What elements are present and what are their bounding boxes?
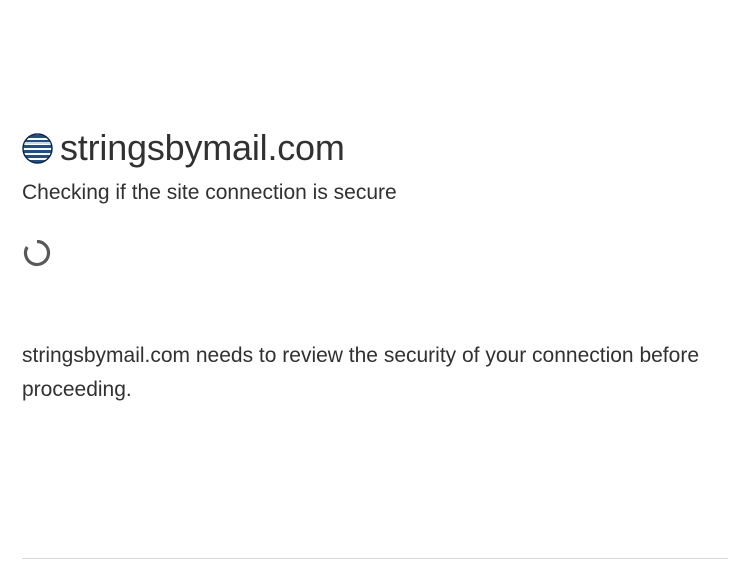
loading-spinner-icon <box>22 238 52 268</box>
striped-globe-icon <box>22 132 53 164</box>
site-domain-title: stringsbymail.com <box>60 127 345 168</box>
main-content: stringsbymail.com Checking if the site c… <box>22 128 728 407</box>
challenge-subtitle: Checking if the site connection is secur… <box>22 181 397 204</box>
site-header: stringsbymail.com <box>22 128 728 168</box>
challenge-page: stringsbymail.com Checking if the site c… <box>0 0 750 563</box>
security-review-message: stringsbymail.com needs to review the se… <box>22 344 699 401</box>
footer-divider <box>22 558 728 559</box>
